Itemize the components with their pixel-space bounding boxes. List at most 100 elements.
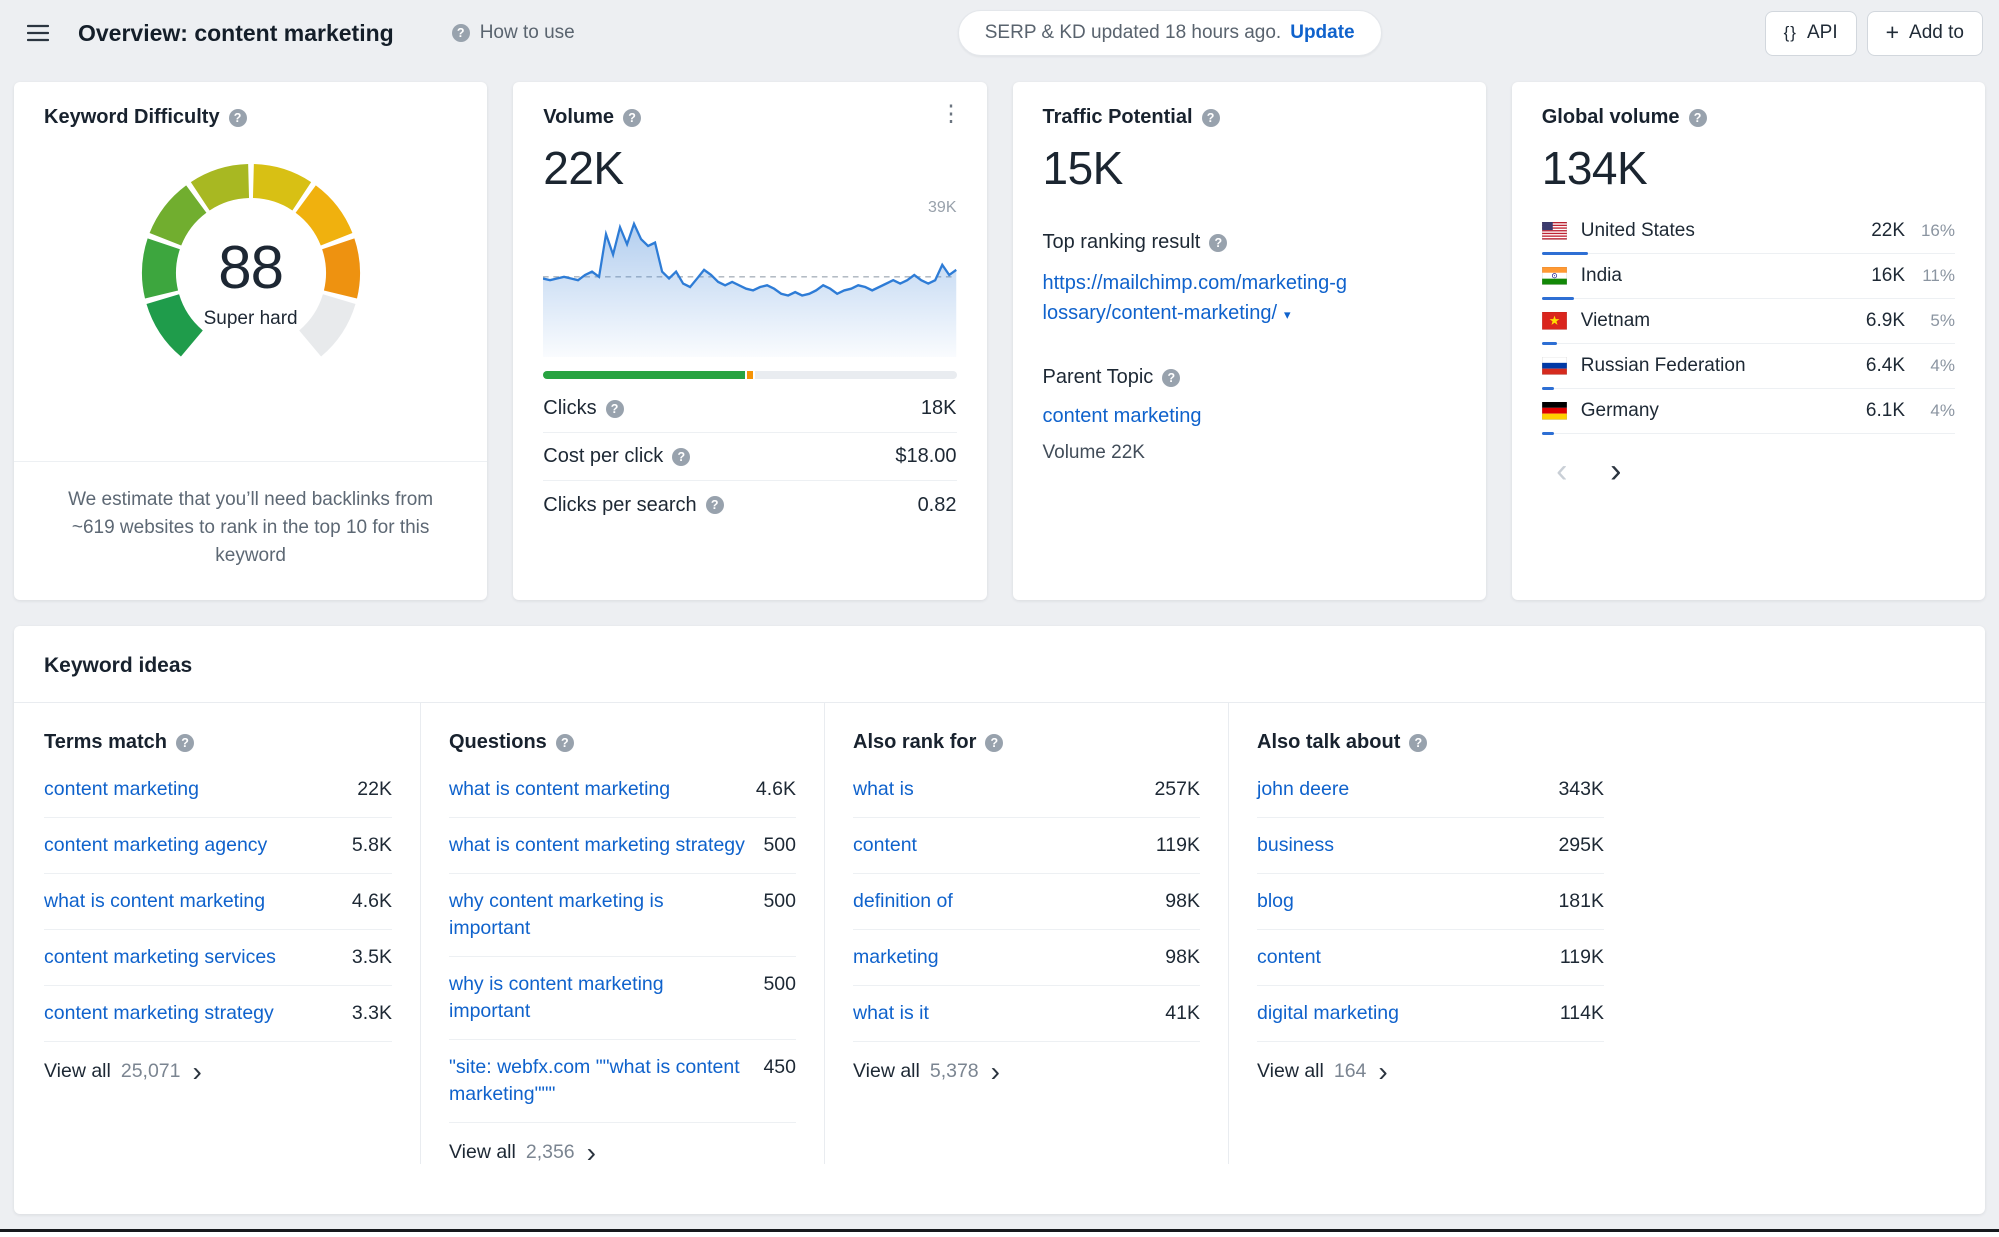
keyword-link[interactable]: blog <box>1257 888 1294 915</box>
serp-update-pill: SERP & KD updated 18 hours ago. Update <box>957 10 1382 56</box>
also-talk-about-column: Also talk about? john deere 343K business… <box>1228 703 1632 1164</box>
help-icon[interactable]: ? <box>985 733 1004 752</box>
top-ranking-result-label: Top ranking result <box>1042 231 1201 253</box>
traffic-potential-card: Traffic Potential ? 15K Top ranking resu… <box>1012 82 1486 600</box>
kd-verdict: Super hard <box>203 308 298 329</box>
keyword-row: what is content marketing 4.6K <box>449 762 796 818</box>
chevron-right-icon: › <box>586 1136 596 1168</box>
view-all-count: 5,378 <box>929 1060 979 1082</box>
keyword-link[interactable]: "site: webfx.com ""what is content marke… <box>449 1054 740 1108</box>
view-all-terms-match[interactable]: View all 25,071 › <box>44 1057 392 1085</box>
keyword-link[interactable]: digital marketing <box>1257 1000 1399 1027</box>
keyword-volume: 4.6K <box>755 778 796 800</box>
view-all-count: 2,356 <box>525 1141 575 1163</box>
keyword-link[interactable]: content marketing strategy <box>44 1000 274 1027</box>
country-percent: 4% <box>1930 356 1955 375</box>
country-volume: 6.9K <box>1865 310 1905 331</box>
help-icon[interactable]: ? <box>1209 233 1228 252</box>
country-share-bar <box>1541 432 1554 435</box>
view-all-also-talk-about[interactable]: View all 164 › <box>1257 1055 1604 1087</box>
country-row-united-states: United States 22K 16% <box>1541 209 1955 255</box>
keyword-link[interactable]: what is content marketing strategy <box>449 832 745 859</box>
flag-vietnam-icon <box>1541 312 1567 330</box>
help-icon[interactable]: ? <box>1162 368 1181 387</box>
help-icon[interactable]: ? <box>705 496 724 514</box>
add-to-button[interactable]: + Add to <box>1866 10 1983 56</box>
clicks-distribution-bar <box>543 371 957 379</box>
keyword-row: content 119K <box>853 818 1200 874</box>
view-all-label: View all <box>1257 1060 1324 1082</box>
keyword-link[interactable]: content marketing services <box>44 944 276 971</box>
view-all-also-rank-for[interactable]: View all 5,378 › <box>853 1057 1200 1085</box>
keyword-row: definition of 98K <box>853 874 1200 930</box>
flag-russia-icon <box>1541 357 1567 375</box>
metric-row-clicks-per-search: Clicks per search? 0.82 <box>543 481 956 529</box>
card-title: Global volume <box>1541 106 1680 128</box>
keywords-overview-page: Overview: content marketing ? How to use… <box>0 0 1999 1237</box>
prev-page-icon[interactable]: ‹ <box>1546 454 1578 488</box>
help-icon[interactable]: ? <box>555 733 574 752</box>
keyword-link[interactable]: content <box>1257 944 1321 971</box>
view-all-label: View all <box>44 1060 111 1082</box>
keyword-row: what is content marketing 4.6K <box>44 874 392 930</box>
keyword-link[interactable]: what is content marketing <box>44 888 265 915</box>
help-icon[interactable]: ? <box>672 447 691 466</box>
api-button[interactable]: {} API <box>1764 10 1857 56</box>
how-to-use-link[interactable]: ? How to use <box>451 22 575 44</box>
keyword-link[interactable]: content marketing <box>44 776 199 803</box>
menu-icon[interactable] <box>22 17 54 49</box>
keyword-link[interactable]: business <box>1257 832 1334 859</box>
metric-row-cpc: Cost per click? $18.00 <box>543 433 957 481</box>
keyword-volume: 4.6K <box>351 890 392 912</box>
help-icon[interactable]: ? <box>605 399 624 418</box>
keyword-link[interactable]: what is content marketing <box>449 776 670 803</box>
keyword-row: blog 181K <box>1257 874 1604 930</box>
help-icon[interactable]: ? <box>1688 108 1707 127</box>
country-percent: 4% <box>1930 401 1955 420</box>
keyword-row: digital marketing 114K <box>1257 986 1604 1042</box>
keyword-link[interactable]: what is <box>853 776 914 803</box>
top-ranking-url-link[interactable]: https://mailchimp.com/marketing-g lossar… <box>1043 268 1456 330</box>
keyword-link[interactable]: definition of <box>853 888 953 915</box>
keyword-link[interactable]: content marketing agency <box>44 832 267 859</box>
next-page-icon[interactable]: › <box>1600 454 1632 488</box>
flag-us-icon <box>1541 222 1567 240</box>
terms-match-column: Terms match? content marketing 22K conten… <box>44 703 420 1164</box>
update-notice: SERP & KD updated 18 hours ago. <box>984 22 1282 43</box>
volume-metrics: Clicks? 18K Cost per click? $18.00 Click… <box>543 385 957 529</box>
keyword-row: content marketing services 3.5K <box>44 930 392 986</box>
update-button[interactable]: Update <box>1290 22 1354 44</box>
chevron-right-icon: › <box>1378 1055 1388 1087</box>
volume-trend-chart <box>543 217 957 357</box>
parent-topic-label: Parent Topic <box>1042 366 1154 388</box>
help-icon[interactable]: ? <box>623 108 642 127</box>
help-icon[interactable]: ? <box>1409 733 1428 752</box>
add-to-label: Add to <box>1909 22 1964 43</box>
keyword-ideas-columns: Terms match? content marketing 22K conten… <box>44 703 1955 1168</box>
kd-gauge-labels: 88 Super hard <box>121 233 381 330</box>
kd-gauge: 88 Super hard <box>121 155 381 369</box>
metric-label: Cost per click <box>543 445 664 467</box>
keyword-link[interactable]: john deere <box>1257 776 1349 803</box>
keyword-link[interactable]: why content marketing is important <box>449 888 664 942</box>
keyword-link[interactable]: content <box>853 832 917 859</box>
topbar-actions: {} API + Add to <box>1764 10 1983 56</box>
view-all-count: 164 <box>1333 1060 1367 1082</box>
keyword-ideas-header: Keyword ideas <box>14 654 1985 703</box>
help-icon[interactable]: ? <box>228 108 247 127</box>
global-volume-card: Global volume ? 134K United States 22K 1… <box>1511 82 1985 600</box>
keyword-row: what is content marketing strategy 500 <box>449 818 796 874</box>
parent-topic-link[interactable]: content marketing <box>1043 405 1202 428</box>
keyword-link[interactable]: marketing <box>853 944 939 971</box>
card-title: Volume <box>543 106 615 128</box>
help-icon[interactable]: ? <box>1201 108 1220 127</box>
country-row-russian-federation: Russian Federation 6.4K 4% <box>1541 344 1955 390</box>
metric-label: Clicks per search <box>543 493 697 516</box>
keyword-link[interactable]: what is it <box>853 1000 929 1027</box>
country-volume: 16K <box>1871 265 1905 286</box>
view-all-questions[interactable]: View all 2,356 › <box>449 1136 796 1168</box>
country-list: United States 22K 16% India 16K 11% Viet… <box>1541 209 1955 435</box>
keyword-link[interactable]: why is content marketing important <box>449 971 664 1025</box>
help-icon[interactable]: ? <box>176 733 195 752</box>
kebab-menu-icon[interactable]: ⋮ <box>940 102 963 125</box>
